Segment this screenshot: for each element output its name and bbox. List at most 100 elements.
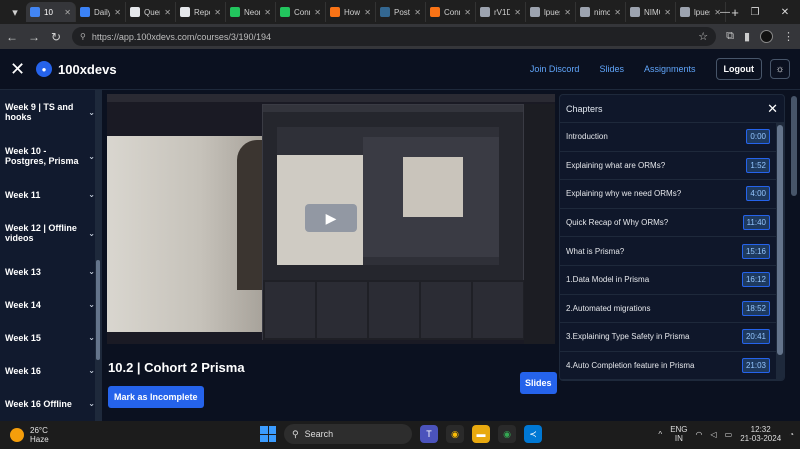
tab-close-icon[interactable]: ✕ — [164, 8, 171, 17]
join-discord-link[interactable]: Join Discord — [530, 64, 580, 74]
chrome-profile-icon[interactable]: ◉ — [498, 425, 516, 443]
browser-tab[interactable]: NIMC ✕ — [626, 2, 676, 22]
sidebar-scrollbar[interactable] — [95, 90, 101, 421]
brand-logo[interactable]: ● — [36, 61, 52, 77]
tab-close-icon[interactable]: ✕ — [414, 8, 421, 17]
file-explorer-icon[interactable]: ▬ — [472, 425, 490, 443]
forward-icon[interactable]: → — [28, 30, 40, 44]
teams-app-icon[interactable]: T — [420, 425, 438, 443]
chapter-item[interactable]: Explaining what are ORMs? 1:52 — [560, 152, 784, 181]
close-sidebar-icon[interactable]: ✕ — [10, 59, 26, 80]
clock[interactable]: 12:32 21-03-2024 — [740, 425, 781, 443]
chapter-item[interactable]: Explaining why we need ORMs? 4:00 — [560, 180, 784, 209]
tab-close-icon[interactable]: ✕ — [214, 8, 221, 17]
chapter-timestamp[interactable]: 4:00 — [746, 186, 770, 202]
extensions-icon[interactable]: ⧉ — [726, 30, 734, 43]
assignments-link[interactable]: Assignments — [644, 64, 696, 74]
weather-widget[interactable]: 26°C Haze — [10, 426, 49, 444]
sidebar-week-item[interactable]: Week 9 | TS and hooks ⌄ — [0, 90, 101, 134]
brand-name[interactable]: 100xdevs — [58, 62, 117, 77]
tab-favicon-icon — [230, 7, 240, 17]
chapter-item[interactable]: Introduction 0:00 — [560, 123, 784, 152]
wifi-icon[interactable]: ◠ — [696, 430, 703, 439]
slides-button[interactable]: Slides — [520, 372, 557, 394]
tab-close-icon[interactable]: ✕ — [564, 8, 571, 17]
browser-tab[interactable]: 10 ✕ — [26, 2, 76, 22]
browser-tab[interactable]: rV1DE ✕ — [476, 2, 526, 22]
tab-close-icon[interactable]: ✕ — [464, 8, 471, 17]
close-chapters-icon[interactable]: ✕ — [767, 101, 778, 117]
chapter-timestamp[interactable]: 1:52 — [746, 157, 770, 173]
back-icon[interactable]: ← — [6, 30, 18, 44]
browser-tab[interactable]: How d✕ — [326, 2, 376, 22]
notification-bell-icon[interactable]: ◔ — [789, 430, 794, 439]
chapter-item[interactable]: 4.Auto Completion feature in Prisma 21:03 — [560, 352, 784, 380]
maximize-icon[interactable]: ❐ — [740, 0, 770, 24]
bookmark-star-icon[interactable]: ☆ — [698, 30, 708, 43]
profile-avatar[interactable] — [760, 30, 773, 43]
page-scrollbar[interactable] — [788, 90, 800, 421]
browser-tab[interactable]: Postg✕ — [376, 2, 426, 22]
tab-close-icon[interactable]: ✕ — [364, 8, 371, 17]
tab-close-icon[interactable]: ✕ — [614, 8, 621, 17]
sidebar-week-item[interactable]: Week 11 ⌄ — [0, 178, 101, 211]
tab-close-icon[interactable]: ✕ — [314, 8, 321, 17]
sidebar-week-item[interactable]: Week 12 | Offline videos ⌄ — [0, 211, 101, 255]
chapter-timestamp[interactable]: 16:12 — [741, 272, 770, 288]
taskbar-search[interactable]: ⚲ Search — [284, 424, 412, 444]
chapter-item[interactable]: 1.Data Model in Prisma 16:12 — [560, 266, 784, 295]
browser-menu-icon[interactable]: ⋮ — [783, 30, 794, 43]
tab-search-icon[interactable]: ▾ — [4, 2, 26, 22]
sidebar-week-item[interactable]: Week 16 Offline ⌄ — [0, 387, 101, 420]
sidebar-week-item[interactable]: Week 15 ⌄ — [0, 321, 101, 354]
side-panel-icon[interactable]: ▮ — [744, 30, 750, 43]
theme-toggle-icon[interactable]: ☼ — [770, 59, 790, 79]
browser-tab[interactable]: Quer ✕ — [126, 2, 176, 22]
browser-tab[interactable]: Daily ✕ — [76, 2, 126, 22]
browser-tab[interactable]: Neon ✕ — [226, 2, 276, 22]
window-close-icon[interactable]: ✕ — [770, 0, 800, 24]
chapter-item[interactable]: 2.Automated migrations 18:52 — [560, 295, 784, 324]
sidebar-week-item[interactable]: Week 16 ⌄ — [0, 354, 101, 387]
chapter-timestamp[interactable]: 0:00 — [746, 129, 770, 145]
browser-tab[interactable]: lpues ✕ — [526, 2, 576, 22]
site-info-icon[interactable]: ⚲ — [80, 32, 86, 41]
url-input[interactable]: ⚲ https://app.100xdevs.com/courses/3/190… — [72, 27, 717, 46]
chapter-item[interactable]: Quick Recap of Why ORMs? 11:40 — [560, 209, 784, 238]
browser-tab[interactable]: Repo ✕ — [176, 2, 226, 22]
chapter-timestamp[interactable]: 21:03 — [741, 358, 770, 374]
sidebar-week-item[interactable]: Week 14 ⌄ — [0, 288, 101, 321]
sidebar-week-item[interactable]: Week 10 - Postgres, Prisma ⌄ — [0, 134, 101, 178]
chapter-item[interactable]: What is Prisma? 15:16 — [560, 237, 784, 266]
chapter-timestamp[interactable]: 11:40 — [742, 215, 770, 231]
play-icon[interactable]: ▶ — [305, 204, 357, 232]
tab-close-icon[interactable]: ✕ — [264, 8, 271, 17]
tab-close-icon[interactable]: ✕ — [114, 8, 121, 17]
video-player[interactable]: ▶ — [107, 94, 555, 344]
tab-close-icon[interactable]: ✕ — [64, 8, 71, 17]
chapter-timestamp[interactable]: 15:16 — [741, 243, 770, 259]
browser-tab[interactable]: Conn ✕ — [426, 2, 476, 22]
logout-button[interactable]: Logout — [715, 58, 762, 80]
chapter-item[interactable]: 3.Explaining Type Safety in Prisma 20:41 — [560, 323, 784, 352]
language-indicator[interactable]: ENG IN — [670, 425, 687, 443]
chapters-scrollbar[interactable] — [776, 123, 784, 380]
browser-tab[interactable]: Conn ✕ — [276, 2, 326, 22]
start-button[interactable] — [260, 426, 276, 442]
browser-tab[interactable]: nimc ✕ — [576, 2, 626, 22]
mark-incomplete-button[interactable]: Mark as Incomplete — [108, 386, 204, 408]
sidebar-week-item[interactable]: Week 13 ⌄ — [0, 255, 101, 288]
tab-close-icon[interactable]: ✕ — [514, 8, 521, 17]
vscode-app-icon[interactable]: ≺ — [524, 425, 542, 443]
reload-icon[interactable]: ↻ — [50, 30, 62, 44]
volume-icon[interactable]: ◁ — [711, 430, 717, 439]
tab-close-icon[interactable]: ✕ — [664, 8, 671, 17]
chrome-app-icon[interactable]: ◉ — [446, 425, 464, 443]
chapter-label: Explaining why we need ORMs? — [566, 189, 682, 199]
chapter-timestamp[interactable]: 20:41 — [741, 329, 770, 345]
chapter-timestamp[interactable]: 18:52 — [741, 300, 770, 316]
slides-link[interactable]: Slides — [599, 64, 624, 74]
tray-overflow-icon[interactable]: ^ — [658, 430, 662, 439]
battery-icon[interactable]: ▭ — [725, 430, 733, 439]
minimize-icon[interactable]: — — [710, 0, 740, 24]
